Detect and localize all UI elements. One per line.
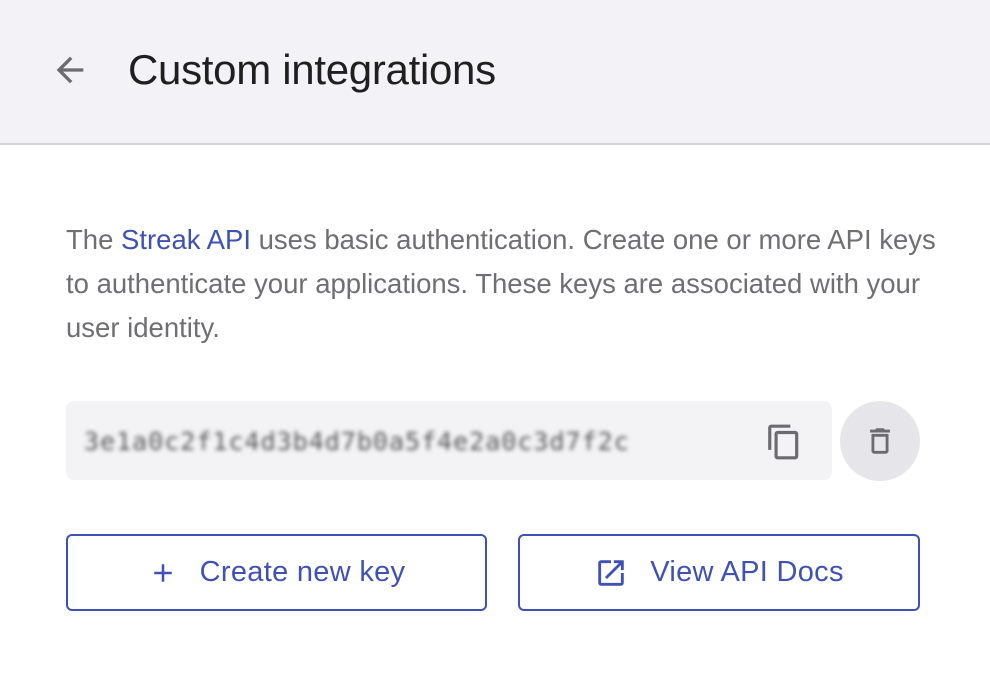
create-new-key-button[interactable]: Create new key xyxy=(66,534,487,611)
copy-icon xyxy=(768,424,799,460)
page-title: Custom integrations xyxy=(128,46,496,93)
back-button[interactable] xyxy=(44,44,96,96)
streak-api-link[interactable]: Streak API xyxy=(121,224,251,255)
plus-icon xyxy=(148,558,178,588)
integrations-page: Custom integrations The Streak API uses … xyxy=(0,0,990,692)
open-in-new-icon xyxy=(594,556,628,590)
description-prefix: The xyxy=(66,224,122,255)
api-key-value: 3e1a0c2f1c4d3b4d7b0a5f4e2a0c3d7f2c xyxy=(84,426,630,456)
api-key-field: 3e1a0c2f1c4d3b4d7b0a5f4e2a0c3d7f2c xyxy=(66,401,832,480)
delete-key-button[interactable] xyxy=(840,401,920,481)
view-api-docs-button[interactable]: View API Docs xyxy=(518,534,920,611)
api-description: The Streak API uses basic authentication… xyxy=(66,218,936,350)
page-header: Custom integrations xyxy=(0,0,990,145)
arrow-left-icon xyxy=(56,56,84,84)
copy-key-button[interactable] xyxy=(758,416,810,468)
trash-icon xyxy=(870,428,890,454)
view-api-docs-label: View API Docs xyxy=(650,556,844,588)
create-new-key-label: Create new key xyxy=(199,556,406,588)
